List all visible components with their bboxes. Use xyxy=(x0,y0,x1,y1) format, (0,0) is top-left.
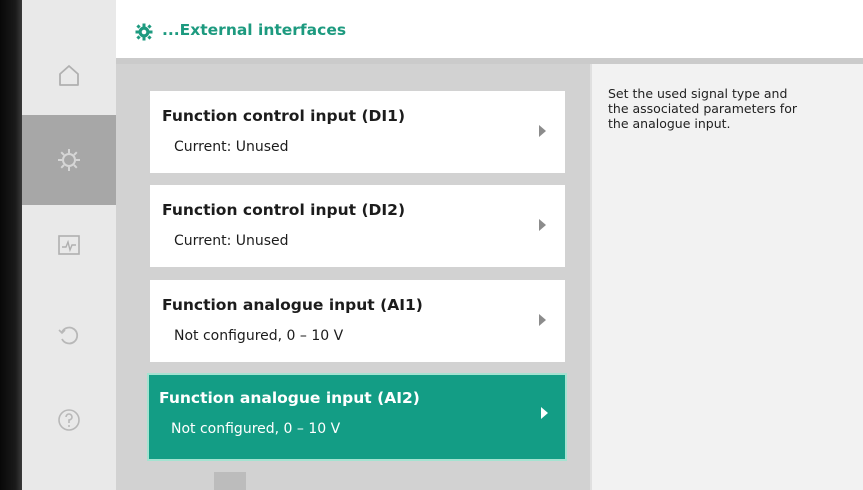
restore-icon xyxy=(58,326,79,345)
menu-item-subtitle: Not configured, 0 – 10 V xyxy=(171,421,341,437)
diagnostics-icon xyxy=(58,235,80,255)
help-icon xyxy=(58,409,80,431)
rail-item-settings[interactable] xyxy=(22,115,116,205)
menu-item-title: Function analogue input (AI1) xyxy=(162,296,423,314)
gear-icon xyxy=(135,23,153,41)
display-screen: ...External interfaces Function control … xyxy=(0,0,863,490)
menu-item-title: Function analogue input (AI2) xyxy=(159,389,420,407)
rail-item-diagnostics[interactable] xyxy=(22,200,116,290)
chevron-right-icon xyxy=(539,219,546,231)
header-bar: ...External interfaces xyxy=(116,0,863,64)
gear-icon xyxy=(58,149,80,171)
menu-item-title: Function control input (DI2) xyxy=(162,201,406,219)
main-menu-rail xyxy=(22,0,117,490)
menu-item-subtitle: Current: Unused xyxy=(174,233,289,249)
menu-item-title: Function control input (DI1) xyxy=(162,107,406,125)
menu-list: Function control input (DI1) Current: Un… xyxy=(116,64,590,490)
rail-item-restore[interactable] xyxy=(22,290,116,380)
menu-item-ai1[interactable]: Function analogue input (AI1) Not config… xyxy=(150,280,565,362)
menu-item-subtitle: Not configured, 0 – 10 V xyxy=(174,328,344,344)
menu-item-di2[interactable]: Function control input (DI2) Current: Un… xyxy=(150,185,565,267)
chevron-right-icon xyxy=(539,125,546,137)
help-panel: Set the used signal type and the associa… xyxy=(590,64,863,490)
menu-item-subtitle: Current: Unused xyxy=(174,139,289,155)
rail-item-home[interactable] xyxy=(22,30,116,120)
page-title: ...External interfaces xyxy=(162,21,347,39)
chevron-right-icon xyxy=(541,407,548,419)
help-text: Set the used signal type and the associa… xyxy=(608,86,797,131)
menu-item-di1[interactable]: Function control input (DI1) Current: Un… xyxy=(150,91,565,173)
home-icon xyxy=(59,65,79,86)
menu-item-ai2[interactable]: Function analogue input (AI2) Not config… xyxy=(147,373,567,461)
scroll-down-indicator xyxy=(214,472,246,490)
chevron-right-icon xyxy=(539,314,546,326)
rail-item-help[interactable] xyxy=(22,375,116,465)
